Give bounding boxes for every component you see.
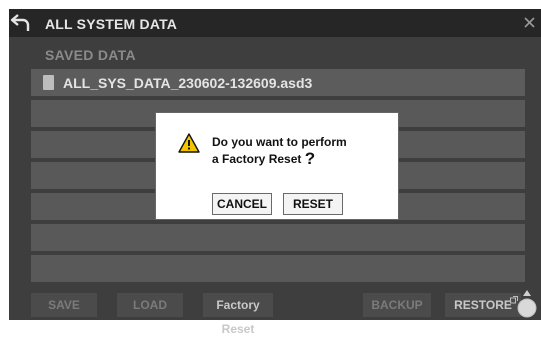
dialog-message: Do you want to perform a Factory Reset ?: [212, 134, 347, 167]
factory-reset-button[interactable]: Factory Reset: [203, 293, 273, 336]
section-label: SAVED DATA: [45, 47, 136, 63]
bottom-toolbar: SAVE LOAD Factory Reset BACKUP RESTORE: [31, 293, 541, 336]
title-bar: ALL SYSTEM DATA: [9, 9, 541, 37]
encoder-knob-icon[interactable]: [515, 288, 539, 320]
load-button[interactable]: LOAD: [117, 293, 183, 317]
list-item-empty[interactable]: [31, 224, 525, 251]
cancel-button[interactable]: CANCEL: [212, 193, 272, 215]
list-item[interactable]: ALL_SYS_DATA_230602-132609.asd3: [31, 69, 525, 96]
screen: ALL SYSTEM DATA SAVED DATA ALL_SYS_DATA_…: [0, 0, 541, 336]
close-button[interactable]: [519, 9, 541, 37]
dialog-message-line-2-text: a Factory Reset: [212, 152, 302, 166]
reset-button[interactable]: RESET: [283, 193, 343, 215]
restore-button[interactable]: RESTORE: [445, 293, 521, 317]
dialog-message-line-2: a Factory Reset ?: [212, 150, 347, 167]
factory-reset-dialog: Do you want to perform a Factory Reset ?…: [155, 112, 399, 220]
dialog-message-line-1: Do you want to perform: [212, 135, 347, 149]
file-name: ALL_SYS_DATA_230602-132609.asd3: [63, 75, 313, 91]
backup-button[interactable]: BACKUP: [363, 293, 431, 317]
list-item-empty[interactable]: [31, 255, 525, 282]
warning-icon: [178, 133, 200, 153]
file-icon: [43, 75, 54, 90]
close-icon: [524, 17, 535, 28]
dialog-question-mark: ?: [304, 149, 316, 168]
back-arrow-icon: [10, 14, 30, 31]
back-button[interactable]: [9, 9, 37, 37]
knob-graphic: [517, 290, 537, 318]
save-button[interactable]: SAVE: [31, 293, 97, 317]
restore-label: RESTORE: [454, 298, 512, 312]
window-title: ALL SYSTEM DATA: [45, 16, 178, 32]
